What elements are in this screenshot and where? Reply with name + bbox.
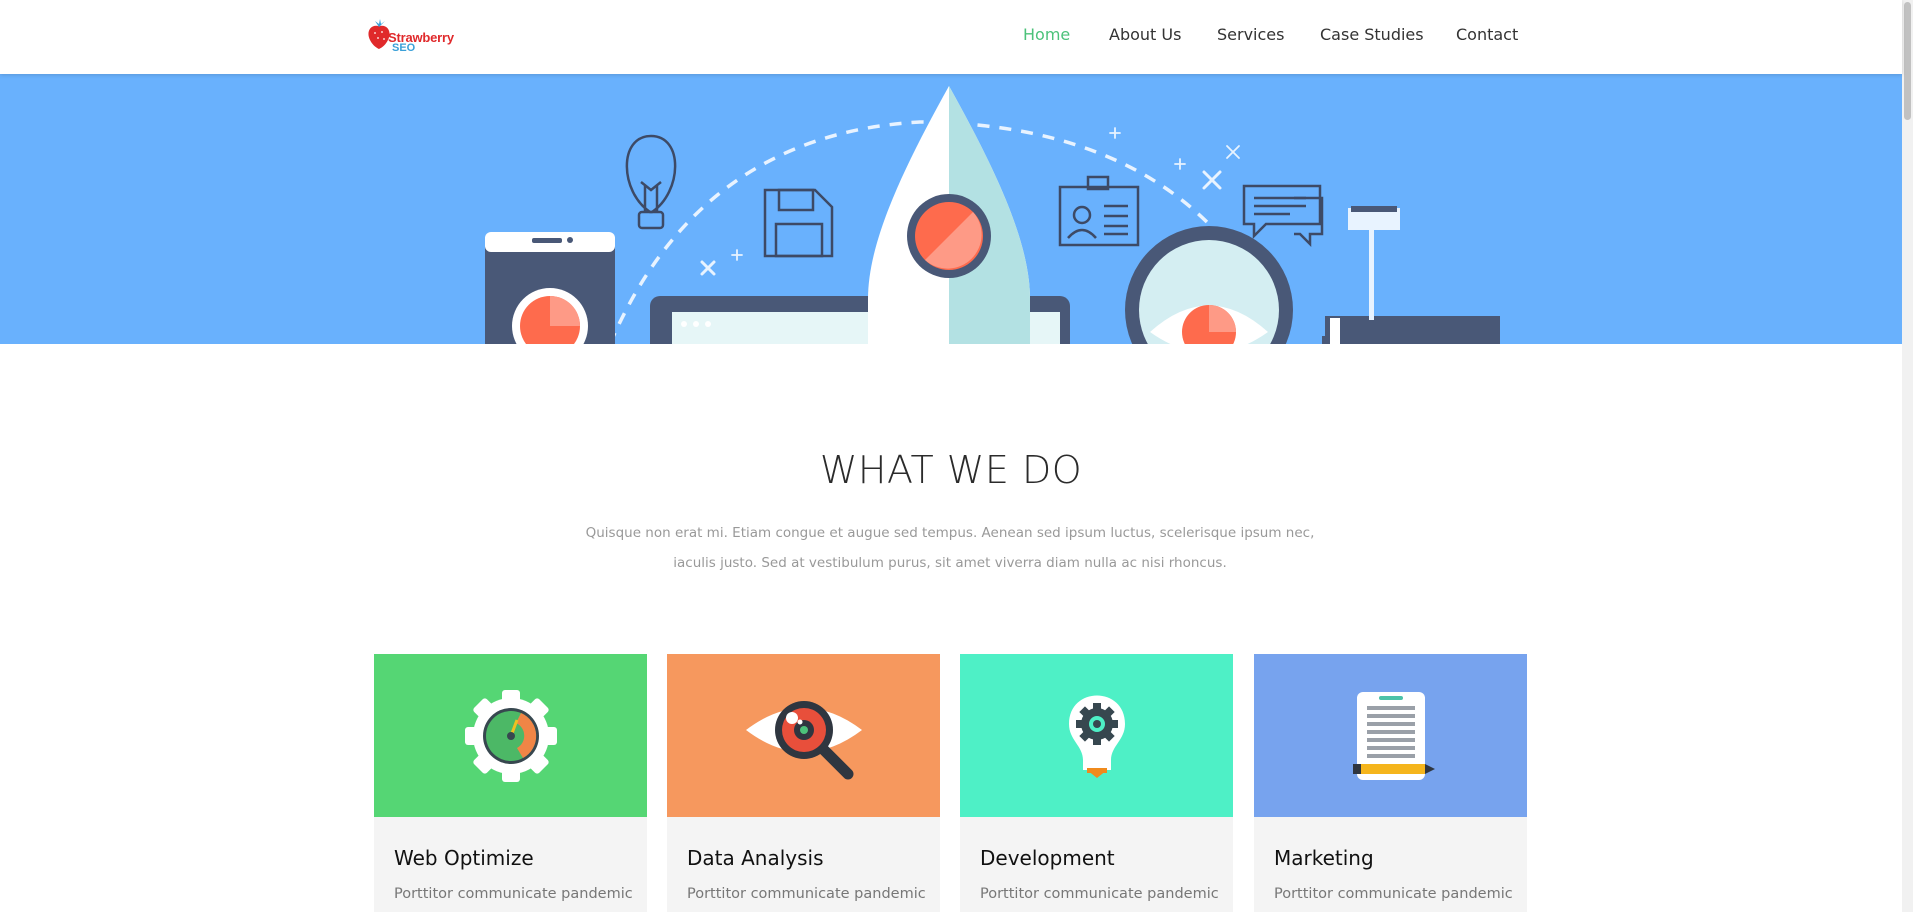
nav-about-us[interactable]: About Us bbox=[1109, 25, 1181, 44]
site-header: Strawberry SEO Home About Us Services Ca… bbox=[0, 0, 1902, 74]
card-title: Marketing bbox=[1274, 846, 1374, 870]
page-scrollbar[interactable] bbox=[1902, 0, 1913, 912]
hero-banner bbox=[0, 74, 1902, 344]
card-title: Web Optimize bbox=[394, 846, 534, 870]
lightbulb-gear-icon bbox=[1069, 695, 1125, 778]
eye-magnifier-icon bbox=[746, 701, 862, 780]
hero-illustration bbox=[485, 86, 1500, 344]
card-text: Porttitor communicate pandemic bbox=[1274, 886, 1513, 902]
service-card-marketing[interactable]: Marketing Porttitor communicate pandemic bbox=[1254, 654, 1527, 912]
card-text: Porttitor communicate pandemic bbox=[980, 886, 1219, 902]
section-description-line-2: iaculis justo. Sed at vestibulum purus, … bbox=[673, 555, 1227, 571]
site-logo[interactable]: Strawberry SEO bbox=[366, 16, 456, 56]
speedometer-gear-icon bbox=[465, 690, 557, 782]
service-card-web-optimize[interactable]: Web Optimize Porttitor communicate pande… bbox=[374, 654, 647, 912]
section-description: Quisque non erat mi. Etiam congue et aug… bbox=[580, 518, 1320, 578]
section-description-line-1: Quisque non erat mi. Etiam congue et aug… bbox=[585, 525, 1315, 541]
card-text: Porttitor communicate pandemic bbox=[687, 886, 926, 902]
scrollbar-thumb[interactable] bbox=[1904, 2, 1911, 120]
nav-contact[interactable]: Contact bbox=[1456, 25, 1518, 44]
card-title: Development bbox=[980, 846, 1115, 870]
main-nav: Home About Us Services Case Studies Cont… bbox=[1000, 25, 1520, 49]
card-image bbox=[374, 654, 647, 817]
nav-case-studies[interactable]: Case Studies bbox=[1320, 25, 1424, 44]
service-card-data-analysis[interactable]: Data Analysis Porttitor communicate pand… bbox=[667, 654, 940, 912]
card-image bbox=[667, 654, 940, 817]
card-title: Data Analysis bbox=[687, 846, 824, 870]
card-image bbox=[1254, 654, 1527, 817]
document-pencil-icon bbox=[1353, 692, 1435, 780]
nav-home[interactable]: Home bbox=[1023, 25, 1070, 44]
section-title: WHAT WE DO bbox=[819, 448, 1083, 492]
card-image bbox=[960, 654, 1233, 817]
nav-services[interactable]: Services bbox=[1217, 25, 1284, 44]
service-card-development[interactable]: Development Porttitor communicate pandem… bbox=[960, 654, 1233, 912]
logo-text-seo: SEO bbox=[392, 42, 416, 54]
card-text: Porttitor communicate pandemic bbox=[394, 886, 633, 902]
